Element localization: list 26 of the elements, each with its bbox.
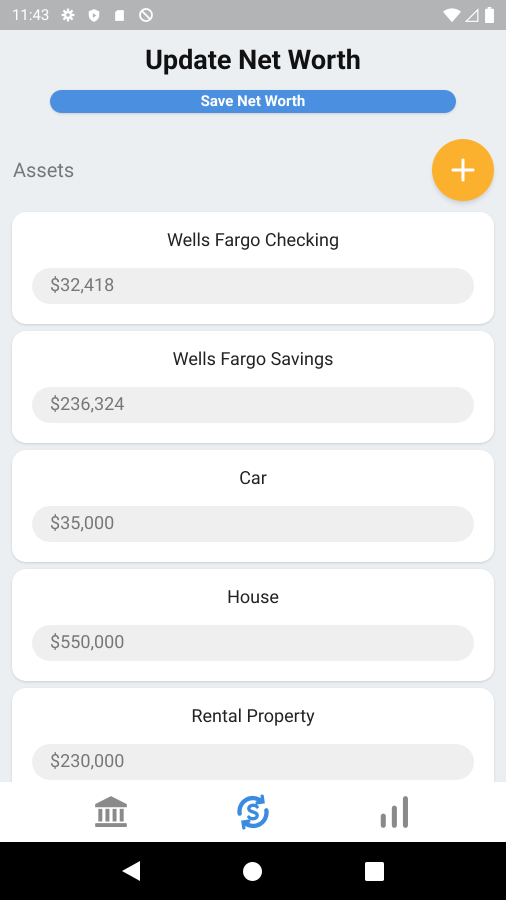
- shield-icon: [87, 8, 102, 22]
- gear-icon: [61, 8, 76, 22]
- sd-card-icon: [113, 8, 126, 22]
- blocked-icon: [138, 7, 154, 23]
- asset-value-field[interactable]: $550,000: [32, 624, 474, 660]
- battery-icon: [485, 7, 494, 23]
- home-icon[interactable]: [242, 862, 262, 880]
- asset-name: Car: [238, 466, 268, 490]
- plus-icon: [451, 158, 475, 182]
- wifi-icon: [443, 8, 461, 22]
- asset-value-field[interactable]: $230,000: [32, 744, 474, 780]
- status-time: 11:43: [12, 4, 50, 26]
- asset-value-field[interactable]: $236,324: [32, 386, 474, 422]
- signal-icon: [465, 8, 479, 22]
- asset-name: Rental Property: [190, 704, 316, 728]
- recents-icon[interactable]: [365, 862, 384, 880]
- page-title: Update Net Worth: [144, 43, 362, 77]
- save-net-worth-button[interactable]: Save Net Worth: [50, 90, 456, 112]
- asset-name: Wells Fargo Checking: [166, 228, 340, 252]
- section-title: Assets: [13, 156, 74, 184]
- asset-name: House: [226, 586, 280, 610]
- asset-value-field[interactable]: $32,418: [32, 268, 474, 304]
- asset-name: Wells Fargo Savings: [172, 348, 334, 372]
- asset-value-field[interactable]: $35,000: [32, 506, 474, 542]
- add-button[interactable]: [432, 138, 494, 200]
- back-icon[interactable]: [122, 861, 140, 881]
